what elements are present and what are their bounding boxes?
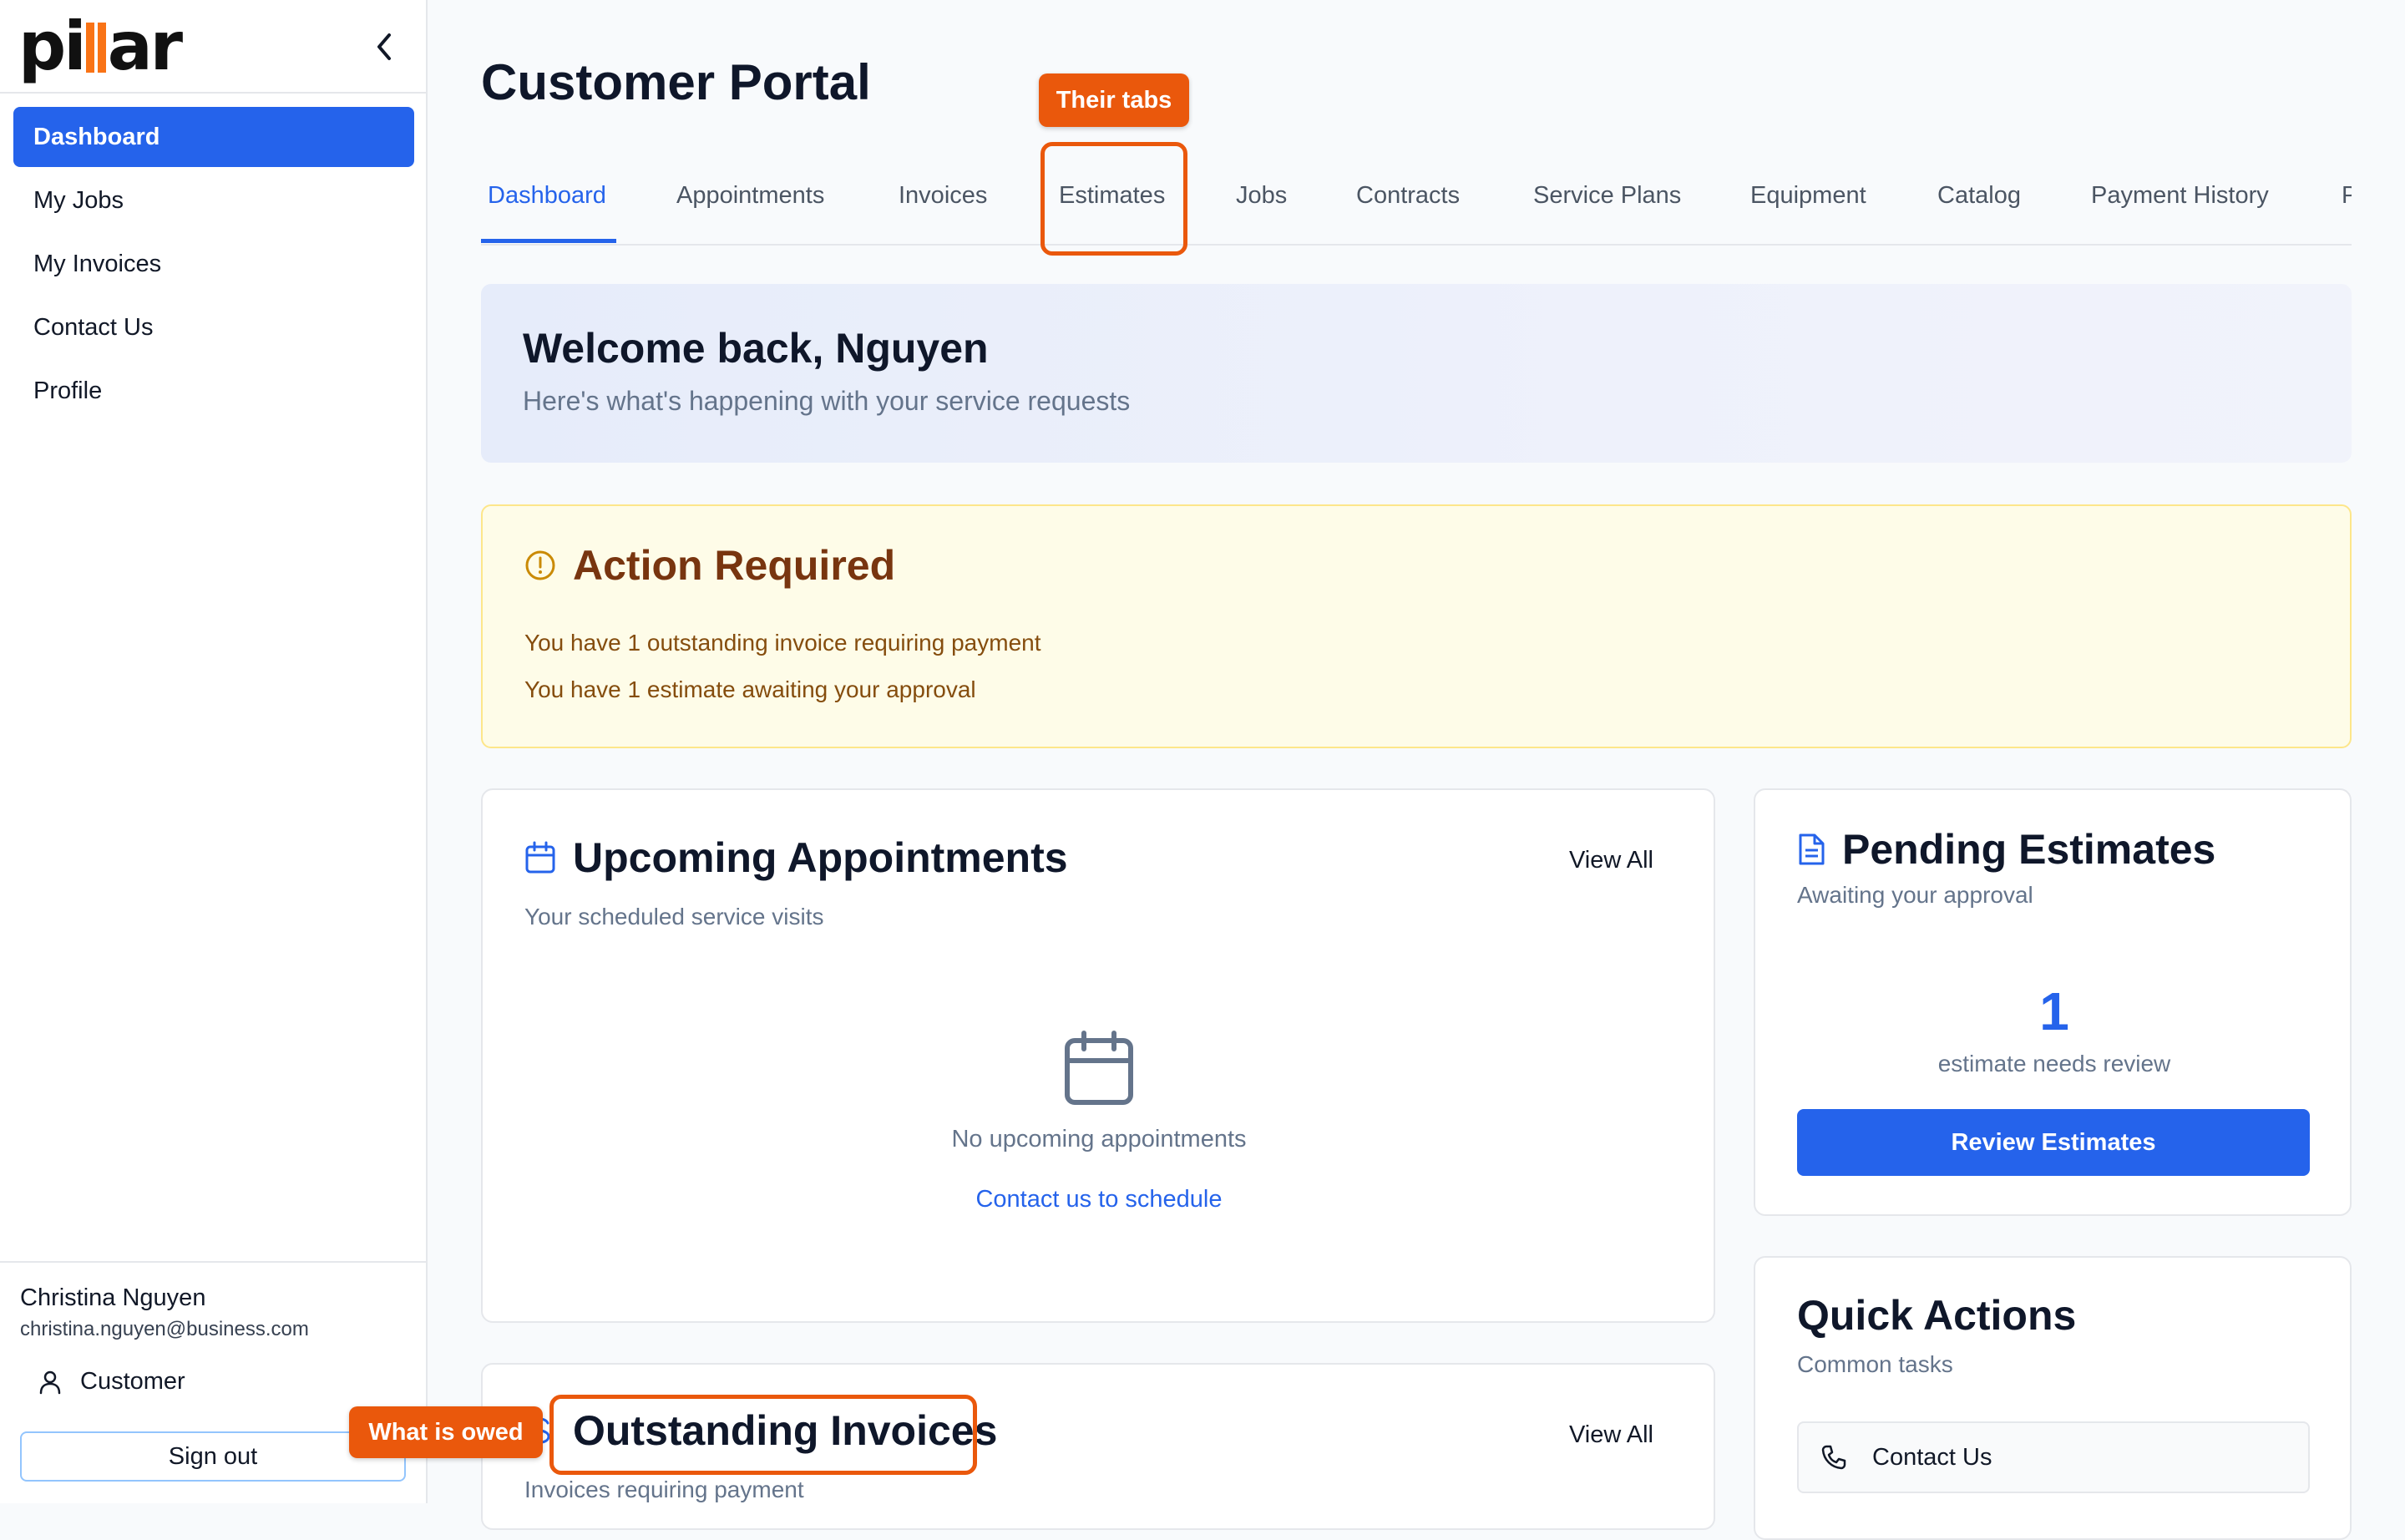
user-name: Christina Nguyen (20, 1284, 206, 1311)
estimates-title: Pending Estimates (1842, 826, 2216, 873)
invoices-view-all-link[interactable]: View All (1569, 1421, 1653, 1449)
tab-bar: Dashboard Appointments Invoices Estimate… (481, 164, 2352, 246)
action-required-heading: Action Required (524, 541, 895, 590)
estimate-count: 1 (2039, 981, 2069, 1041)
action-required-alert: Action Required You have 1 outstanding i… (481, 504, 2352, 748)
sidebar-item-contact-us[interactable]: Contact Us (13, 297, 414, 357)
sidebar-item-dashboard[interactable]: Dashboard (13, 107, 414, 167)
action-invoice-line: You have 1 outstanding invoice requiring… (524, 630, 1041, 656)
tab-overflow[interactable]: P (2342, 182, 2352, 210)
sidebar-item-profile[interactable]: Profile (13, 361, 414, 421)
sidebar-divider (0, 92, 426, 94)
estimates-heading: Pending Estimates (1797, 825, 2215, 874)
quick-action-contact-us-label: Contact Us (1872, 1443, 1992, 1471)
pending-estimates-card: Pending Estimates Awaiting your approval… (1754, 788, 2352, 1216)
pillar-logo[interactable]: pi ar (18, 10, 183, 84)
tabs-callout-label: Their tabs (1039, 73, 1189, 127)
sidebar-nav: Dashboard My Jobs My Invoices Contact Us… (13, 107, 414, 424)
page-title: Customer Portal (481, 54, 871, 110)
welcome-banner: Welcome back, Nguyen Here's what's happe… (481, 284, 2352, 463)
no-appointments-text: No upcoming appointments (951, 1126, 1247, 1152)
review-estimates-button[interactable]: Review Estimates (1797, 1109, 2310, 1176)
upcoming-appointments-card: Upcoming Appointments View All Your sche… (481, 788, 1715, 1323)
invoices-highlight-box (549, 1395, 977, 1475)
user-role: Customer (38, 1368, 185, 1396)
tab-catalog[interactable]: Catalog (1937, 182, 2021, 210)
appointments-view-all-link[interactable]: View All (1569, 847, 1653, 874)
sign-out-button[interactable]: Sign out (20, 1431, 406, 1482)
quick-action-contact-us[interactable]: Contact Us (1797, 1421, 2310, 1493)
tab-equipment[interactable]: Equipment (1750, 182, 1866, 210)
tab-jobs[interactable]: Jobs (1236, 182, 1287, 210)
appointments-heading: Upcoming Appointments (524, 833, 1068, 882)
user-role-label: Customer (80, 1368, 185, 1395)
chevron-left-icon (377, 33, 391, 60)
estimate-count-label: estimate needs review (1937, 1051, 2171, 1076)
sidebar-footer-divider (0, 1261, 426, 1263)
alert-circle-icon (525, 550, 555, 580)
welcome-title: Welcome back, Nguyen (523, 325, 989, 372)
action-estimate-line: You have 1 estimate awaiting your approv… (524, 676, 976, 702)
tab-payment-history[interactable]: Payment History (2091, 182, 2269, 210)
tab-service-plans[interactable]: Service Plans (1533, 182, 1681, 210)
calendar-icon (525, 841, 555, 874)
user-email: christina.nguyen@business.com (20, 1318, 309, 1340)
tabs-highlight-box (1040, 142, 1187, 256)
welcome-subtitle: Here's what's happening with your servic… (523, 386, 1131, 416)
sidebar-item-my-invoices[interactable]: My Invoices (13, 234, 414, 294)
contact-to-schedule-link[interactable]: Contact us to schedule (483, 1186, 1715, 1213)
user-icon (39, 1370, 61, 1394)
estimates-subtitle: Awaiting your approval (1797, 882, 2033, 908)
appointments-title: Upcoming Appointments (573, 834, 1068, 881)
empty-calendar-icon (1064, 1031, 1134, 1110)
invoices-subtitle: Invoices requiring payment (524, 1477, 804, 1502)
quick-actions-card: Quick Actions Common tasks Contact Us (1754, 1256, 2352, 1540)
sidebar-item-my-jobs[interactable]: My Jobs (13, 170, 414, 230)
tab-contracts[interactable]: Contracts (1356, 182, 1460, 210)
quick-actions-title: Quick Actions (1797, 1292, 2077, 1339)
sidebar: pi ar Dashboard My Jobs My Invoices Conta… (0, 0, 428, 1503)
action-required-title: Action Required (573, 542, 896, 589)
tab-appointments[interactable]: Appointments (676, 182, 824, 210)
appointments-subtitle: Your scheduled service visits (524, 904, 824, 930)
active-tab-indicator (481, 239, 616, 243)
tab-dashboard[interactable]: Dashboard (488, 182, 606, 210)
owed-callout-label: What is owed (349, 1406, 543, 1458)
quick-actions-subtitle: Common tasks (1797, 1351, 1953, 1377)
document-icon (1799, 833, 1825, 865)
phone-icon (1821, 1445, 1846, 1470)
tab-invoices[interactable]: Invoices (899, 182, 987, 210)
collapse-sidebar-button[interactable] (367, 25, 401, 68)
